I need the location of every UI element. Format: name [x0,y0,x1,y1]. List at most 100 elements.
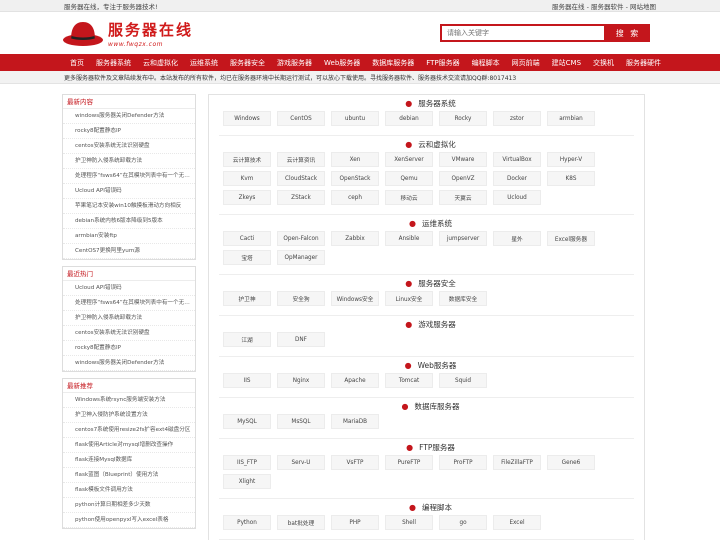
category-item[interactable]: Ucloud [493,190,541,205]
sidebar-link[interactable]: 处理程序“fsws64”在其模块列表中有一个无效模块 [63,296,195,311]
sidebar-link[interactable]: Ucloud API错误码 [63,184,195,199]
category-title[interactable]: ● 服务器安全 [223,275,638,291]
category-item[interactable]: XenServer [385,152,433,167]
top-links[interactable]: 服务器在线 - 服务器软件 - 网站地图 [552,1,656,11]
sidebar-link[interactable]: rocky8配置静态IP [63,124,195,139]
sidebar-link[interactable]: rocky8配置静态IP [63,341,195,356]
category-title[interactable]: ● 数据库服务器 [223,398,638,414]
category-title[interactable]: ● 游戏服务器 [223,316,638,332]
category-item[interactable]: Cacti [223,231,271,246]
category-item[interactable]: CentOS [277,111,325,126]
category-item[interactable]: Xlight [223,474,271,489]
nav-item[interactable]: 编程脚本 [466,58,506,68]
nav-item[interactable]: 服务器安全 [224,58,271,68]
category-item[interactable]: 宝塔 [223,250,271,265]
site-logo[interactable]: 服务器在线 www.fwqzx.com [62,18,193,48]
category-item[interactable]: VMware [439,152,487,167]
nav-item[interactable]: Web服务器 [318,58,366,68]
nav-item[interactable]: 服务器系统 [90,58,137,68]
category-item[interactable]: Squid [439,373,487,388]
category-item[interactable]: Shell [385,515,433,530]
category-item[interactable]: PureFTP [385,455,433,470]
category-title[interactable]: ● Web服务器 [223,357,638,373]
sidebar-link[interactable]: python使用openpyxl写入excel表格 [63,513,195,528]
nav-item[interactable]: FTP服务器 [420,58,465,68]
category-item[interactable]: VsFTP [331,455,379,470]
nav-item[interactable]: 首页 [64,58,90,68]
category-item[interactable]: armbian [547,111,595,126]
category-title[interactable]: ● 运维系统 [223,215,638,231]
category-item[interactable]: Nginx [277,373,325,388]
category-item[interactable]: 星外 [493,231,541,246]
sidebar-link[interactable]: flask模板文件调用方法 [63,483,195,498]
nav-item[interactable]: 网页前端 [506,58,546,68]
sidebar-link[interactable]: 护卫神防入侵系统卸载方法 [63,154,195,169]
sidebar-link[interactable]: armbian安装ftp [63,229,195,244]
category-item[interactable]: Docker [493,171,541,186]
category-item[interactable]: IIS_FTP [223,455,271,470]
category-item[interactable]: OpenStack [331,171,379,186]
category-item[interactable]: Zabbix [331,231,379,246]
category-item[interactable]: Hyper-V [547,152,595,167]
category-item[interactable]: K8S [547,171,595,186]
sidebar-link[interactable]: debian系统内核6版本降级到5版本 [63,214,195,229]
category-item[interactable]: CloudStack [277,171,325,186]
category-item[interactable]: Excel [493,515,541,530]
search-input[interactable] [440,24,606,42]
category-title[interactable]: ● FTP服务器 [223,439,638,455]
category-item[interactable]: Open-Falcon [277,231,325,246]
sidebar-link[interactable]: 处理程序“fsws64”在其模块列表中有一个无效模块 [63,169,195,184]
category-item[interactable]: ProFTP [439,455,487,470]
category-item[interactable]: 天翼云 [439,190,487,205]
category-item[interactable]: MsSQL [277,414,325,429]
category-item[interactable]: MySQL [223,414,271,429]
category-item[interactable]: Kvm [223,171,271,186]
nav-item[interactable]: 交换机 [587,58,620,68]
sidebar-link[interactable]: windows服务器关闭Defender方法 [63,109,195,124]
category-item[interactable]: Serv-U [277,455,325,470]
nav-item[interactable]: 建站CMS [546,58,587,68]
category-item[interactable]: 云计算资讯 [277,152,325,167]
category-item[interactable]: 移动云 [385,190,433,205]
category-item[interactable]: Python [223,515,271,530]
category-item[interactable]: go [439,515,487,530]
sidebar-link[interactable]: python计算日期相差多少天数 [63,498,195,513]
category-item[interactable]: FileZillaFTP [493,455,541,470]
sidebar-link[interactable]: centos7系统使用resize2fs扩容ext4磁盘分区 [63,423,195,438]
category-item[interactable]: ubuntu [331,111,379,126]
category-item[interactable]: Tomcat [385,373,433,388]
nav-item[interactable]: 游戏服务器 [271,58,318,68]
sidebar-link[interactable]: Ucloud API错误码 [63,281,195,296]
category-item[interactable]: jumpserver [439,231,487,246]
category-item[interactable]: MariaDB [331,414,379,429]
nav-item[interactable]: 服务器硬件 [620,58,667,68]
category-item[interactable]: ZStack [277,190,325,205]
sidebar-link[interactable]: CentOS7更换阿里yum源 [63,244,195,259]
category-item[interactable]: DNF [277,332,325,347]
category-item[interactable]: Windows安全 [331,291,379,306]
category-item[interactable]: 云计算技术 [223,152,271,167]
category-item[interactable]: Rocky [439,111,487,126]
sidebar-link[interactable]: windows服务器关闭Defender方法 [63,356,195,371]
category-item[interactable]: Excel服务器 [547,231,595,246]
sidebar-link[interactable]: 苹果笔记本安装win10触摸板滑动方向相反 [63,199,195,214]
sidebar-link[interactable]: 护卫神防入侵系统卸载方法 [63,311,195,326]
sidebar-link[interactable]: flask连接Mysql数据库 [63,453,195,468]
category-item[interactable]: Apache [331,373,379,388]
sidebar-link[interactable]: flask使用Article对mysql增删改查操作 [63,438,195,453]
category-title[interactable]: ● 云和虚拟化 [223,136,638,152]
category-item[interactable]: Zkeys [223,190,271,205]
category-item[interactable]: 数据库安全 [439,291,487,306]
category-title[interactable]: ● 编程脚本 [223,499,638,515]
category-item[interactable]: VirtualBox [493,152,541,167]
sidebar-link[interactable]: centos安装系统无法识别硬盘 [63,139,195,154]
category-item[interactable]: Linux安全 [385,291,433,306]
sidebar-link[interactable]: 护卫神入侵防护系统设置方法 [63,408,195,423]
category-item[interactable]: 安全狗 [277,291,325,306]
sidebar-link[interactable]: Windows系统rsync服务端安装方法 [63,393,195,408]
category-title[interactable]: ● 服务器系统 [223,95,638,111]
nav-item[interactable]: 数据库服务器 [366,58,420,68]
category-item[interactable]: Gene6 [547,455,595,470]
category-item[interactable]: zstor [493,111,541,126]
category-item[interactable]: debian [385,111,433,126]
